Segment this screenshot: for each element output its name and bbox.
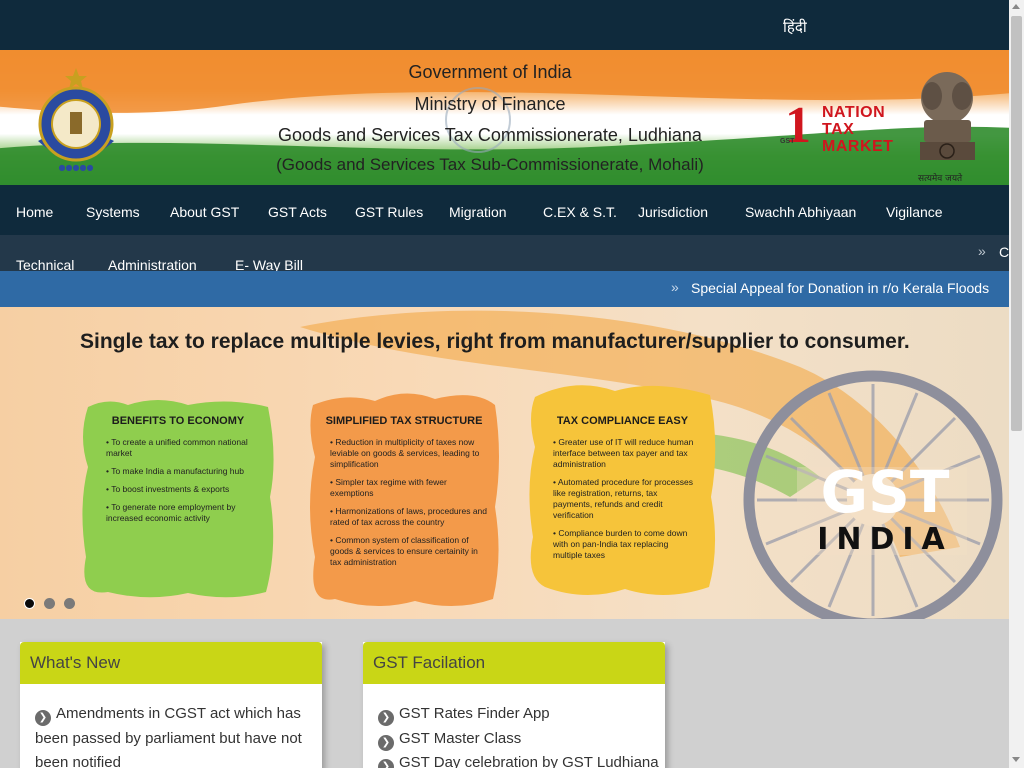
gst-facilitation-item[interactable]: ❯ GST Day celebration by GST Ludhiana	[378, 751, 665, 768]
whats-new-list: ❯ Amendments in CGST act which has been p…	[20, 684, 322, 768]
banner-headline: Single tax to replace multiple levies, r…	[80, 330, 910, 353]
ntm-line-market: MARKET	[822, 138, 894, 155]
panel-title: TAX COMPLIANCE EASY	[556, 415, 689, 427]
chevron-right-icon: ❯	[35, 710, 51, 726]
whats-new-item[interactable]: ❯ Amendments in CGST act which has been p…	[35, 702, 322, 768]
panel-point: • To generate nore employment by increas…	[106, 502, 236, 523]
scroll-up-arrow-icon[interactable]	[1012, 4, 1020, 9]
whats-new-title: What's New	[20, 642, 322, 684]
chevron-right-icon: ❯	[378, 734, 394, 751]
slider-dot-3[interactable]	[64, 598, 75, 609]
gst-facilitation-title: GST Facilation	[363, 642, 665, 684]
top-bar: हिंदी	[0, 0, 1009, 50]
one-nation-tax-market-logo: 1 NATION TAX MARKET GST	[760, 100, 910, 156]
header-line-ministry: Ministry of Finance	[414, 94, 566, 114]
panel-title: BENEFITS TO ECONOMY	[111, 415, 245, 427]
gst-india-wheel-logo: GST INDIA	[743, 370, 1003, 619]
header-line-commissionerate: Goods and Services Tax Commissionerate, …	[278, 125, 702, 145]
nav-migration[interactable]: Migration	[449, 204, 507, 220]
main-navigation: Home Systems About GST GST Acts GST Rule…	[0, 185, 1009, 273]
panel-points: • Greater use of IT will reduce human in…	[553, 437, 698, 568]
header-line-sub-commissionerate: (Goods and Services Tax Sub-Commissioner…	[276, 155, 704, 174]
banner-panel-economy: BENEFITS TO ECONOMY • To create a unifie…	[78, 397, 278, 602]
chevron-right-icon: ❯	[378, 759, 394, 768]
hero-slider: Single tax to replace multiple levies, r…	[0, 307, 1009, 619]
news-ticker: » Special Appeal for Donation in r/o Ker…	[0, 271, 1009, 307]
scrollbar-thumb[interactable]	[1011, 16, 1022, 431]
national-emblem-icon	[920, 72, 975, 160]
slider-dot-2[interactable]	[44, 598, 55, 609]
nav-overflow-arrow-icon[interactable]: »	[978, 243, 986, 259]
ntm-line-nation: NATION	[822, 104, 886, 121]
nav-home[interactable]: Home	[16, 204, 53, 220]
ticker-arrow-icon: »	[671, 279, 679, 295]
panel-points: • Reduction in multiplicity of taxes now…	[330, 437, 490, 575]
svg-text:●●●●●: ●●●●●	[59, 163, 94, 172]
panel-title: SIMPLIFIED TAX STRUCTURE	[325, 415, 483, 427]
nav-cex-st[interactable]: C.EX & S.T.	[543, 204, 617, 220]
satyamev-jayate-caption: सत्यमेव जयते	[918, 174, 963, 184]
scroll-down-arrow-icon[interactable]	[1012, 757, 1020, 762]
gst-facilitation-card: GST Facilation ❯ GST Rates Finder App ❯ GS…	[363, 642, 665, 768]
nav-gst-rules[interactable]: GST Rules	[355, 204, 423, 220]
chevron-right-icon: ❯	[378, 710, 394, 726]
ntm-line-tax: TAX	[822, 121, 855, 138]
nav-about-gst[interactable]: About GST	[170, 204, 239, 220]
nav-vigilance[interactable]: Vigilance	[886, 204, 943, 220]
nav-overflow-item[interactable]: C	[999, 244, 1009, 260]
panel-point: • Reduction in multiplicity of taxes now…	[330, 437, 480, 469]
header-line-government: Government of India	[408, 62, 572, 82]
cbec-seal-logo: ●●●●●	[38, 68, 114, 172]
panel-point: • To make India a manufacturing hub	[106, 466, 244, 476]
ntm-gst-tag: GST	[780, 138, 795, 145]
panel-point: • Common system of classification of goo…	[330, 535, 478, 567]
panel-point: • Automated procedure for processes like…	[553, 477, 694, 520]
site-header: ●●●●● Government of India Ministry of Fi…	[0, 50, 1009, 185]
slider-dot-1[interactable]	[24, 598, 35, 609]
nav-gst-acts[interactable]: GST Acts	[268, 204, 327, 220]
nav-jurisdiction[interactable]: Jurisdiction	[638, 204, 708, 220]
panel-point: • Simpler tax regime with fewer exemptio…	[330, 477, 447, 498]
panel-point: • Compliance burden to come down with on…	[553, 528, 688, 560]
gst-facilitation-list: ❯ GST Rates Finder App ❯ GST Master Class …	[363, 684, 665, 768]
page-scrollbar[interactable]	[1009, 0, 1024, 768]
panel-point: • Harmonizations of laws, procedures and…	[330, 506, 488, 527]
gst-facilitation-item[interactable]: ❯ GST Rates Finder App	[378, 702, 665, 727]
nav-swachh-abhiyaan[interactable]: Swachh Abhiyaan	[745, 204, 856, 220]
ticker-link[interactable]: Special Appeal for Donation in r/o Keral…	[691, 280, 989, 296]
gst-word: GST	[821, 458, 950, 526]
whats-new-card: What's New ❯ Amendments in CGST act which…	[20, 642, 322, 768]
header-titles: Government of India Ministry of Finance …	[260, 60, 720, 180]
banner-panel-compliance: TAX COMPLIANCE EASY • Greater use of IT …	[525, 385, 720, 602]
panel-point: • Greater use of IT will reduce human in…	[553, 437, 694, 469]
language-link-hindi[interactable]: हिंदी	[783, 17, 807, 37]
ntm-words: NATION TAX MARKET	[822, 104, 893, 155]
gst-facilitation-item[interactable]: ❯ GST Master Class	[378, 727, 665, 752]
india-word: INDIA	[817, 522, 953, 557]
nav-systems[interactable]: Systems	[86, 204, 140, 220]
banner-panel-structure: SIMPLIFIED TAX STRUCTURE • Reduction in …	[305, 393, 503, 607]
panel-point: • To create a unified common national ma…	[106, 437, 248, 458]
panel-points: • To create a unified common national ma…	[106, 437, 266, 531]
panel-point: • To boost investments & exports	[106, 484, 230, 494]
